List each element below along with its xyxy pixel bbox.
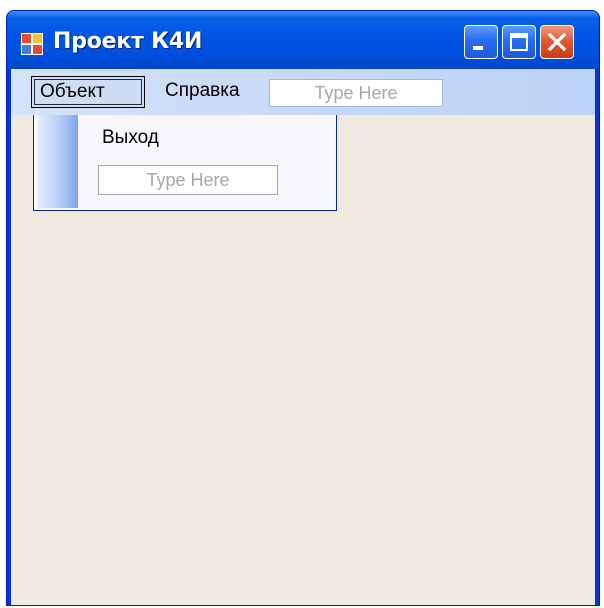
title-bar[interactable]: Проект К4И bbox=[7, 11, 599, 69]
minimize-button[interactable] bbox=[464, 25, 498, 59]
app-window: Проект К4И Объект Справка Type Here Выхо… bbox=[6, 10, 600, 606]
menu-bar: Объект Справка Type Here bbox=[11, 69, 595, 115]
menu-help[interactable]: Справка bbox=[157, 76, 248, 108]
close-button[interactable] bbox=[540, 25, 574, 59]
dropdown-icon-margin bbox=[38, 115, 78, 208]
menu-help-label: Справка bbox=[165, 80, 240, 101]
app-window-icon bbox=[21, 33, 43, 55]
window-title: Проект К4И bbox=[53, 29, 203, 54]
menubar-type-here-field[interactable]: Type Here bbox=[269, 79, 443, 107]
menu-item-exit[interactable]: Выход bbox=[102, 127, 159, 149]
maximize-button[interactable] bbox=[502, 25, 536, 59]
close-icon bbox=[547, 32, 567, 52]
maximize-icon bbox=[510, 33, 528, 51]
client-area: Объект Справка Type Here Выход Type Here bbox=[11, 69, 595, 605]
minimize-icon bbox=[473, 46, 483, 50]
menu-object[interactable]: Объект bbox=[31, 76, 145, 108]
object-dropdown-menu: Выход Type Here bbox=[33, 115, 337, 211]
menu-object-label: Объект bbox=[40, 81, 105, 102]
dropdown-type-here-field[interactable]: Type Here bbox=[98, 165, 278, 195]
